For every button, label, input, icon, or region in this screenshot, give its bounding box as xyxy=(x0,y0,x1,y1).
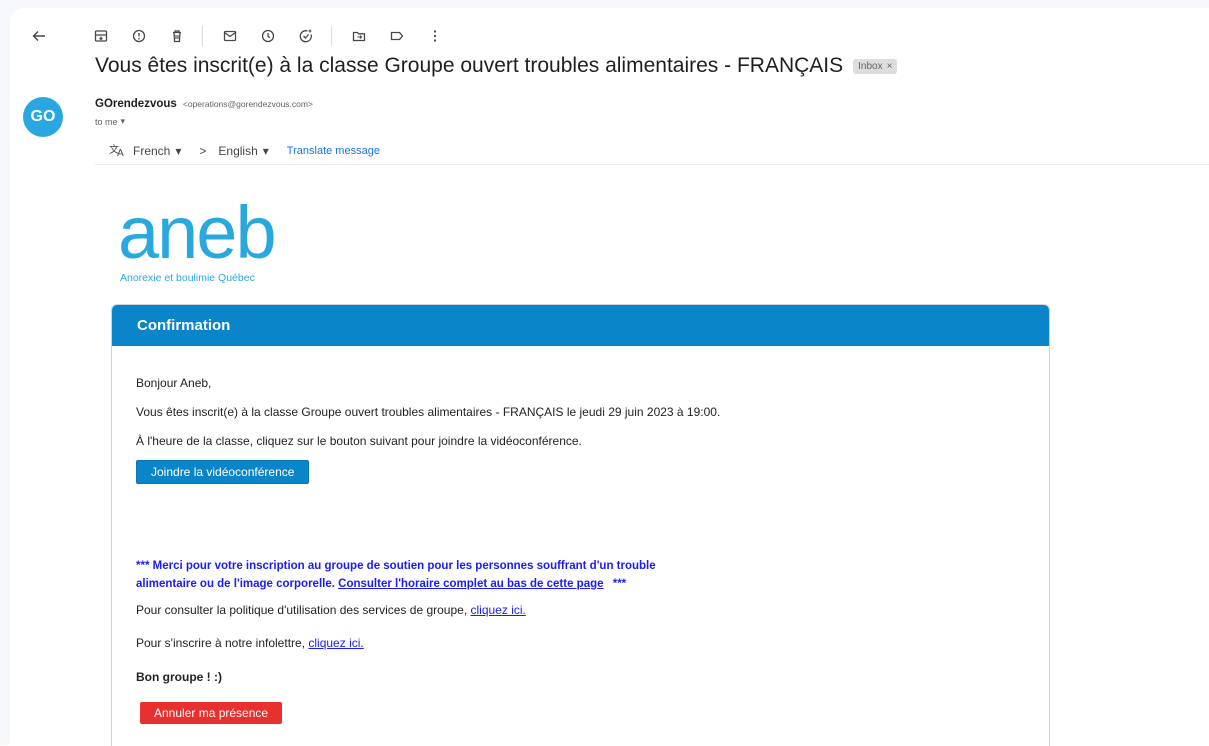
closing-text: Bon groupe ! :) xyxy=(136,670,222,684)
avatar-text: GO xyxy=(30,108,56,125)
translate-message-link[interactable]: Translate message xyxy=(287,145,380,157)
sender-email: <operations@gorendezvous.com> xyxy=(182,99,313,109)
snooze-icon[interactable] xyxy=(251,21,285,51)
target-language-select[interactable]: English ▾ xyxy=(218,144,268,158)
inbox-label-chip[interactable]: Inbox × xyxy=(853,58,898,74)
newsletter-line: Pour s'inscrire à notre infolettre, cliq… xyxy=(136,636,364,650)
logo-wordmark: aneb xyxy=(118,191,277,274)
toolbar-divider xyxy=(331,26,332,46)
confirmation-card: Confirmation Bonjour Aneb, Vous êtes ins… xyxy=(111,304,1050,746)
back-arrow-icon[interactable] xyxy=(22,21,56,51)
more-icon[interactable] xyxy=(418,21,452,51)
delete-icon[interactable] xyxy=(160,21,194,51)
logo-tagline: Anorexie et boulimie Québec xyxy=(120,272,255,284)
chevron-down-icon: ▾ xyxy=(262,144,269,158)
chevron-down-icon: ▾ xyxy=(175,144,182,158)
cancel-attendance-button[interactable]: Annuler ma présence xyxy=(140,702,283,724)
newsletter-text: Pour s'inscrire à notre infolettre, xyxy=(136,636,306,650)
promo-end: *** xyxy=(612,578,627,590)
sender-line: GOrendezvous <operations@gorendezvous.co… xyxy=(95,98,313,110)
svg-text:A: A xyxy=(117,148,124,157)
newsletter-link[interactable]: cliquez ici. xyxy=(308,636,363,650)
join-videoconference-button[interactable]: Joindre la vidéoconférence xyxy=(136,460,310,484)
translate-icon: 文A xyxy=(109,143,127,160)
remove-label-icon[interactable]: × xyxy=(887,61,893,72)
policy-link[interactable]: cliquez ici. xyxy=(471,603,526,617)
translate-bar: 文A French ▾ > English ▾ Translate messag… xyxy=(95,138,1209,165)
policy-text: Pour consulter la politique d'utilisatio… xyxy=(136,603,468,617)
label-icon[interactable] xyxy=(380,21,414,51)
archive-icon[interactable] xyxy=(84,21,118,51)
subject-row: Vous êtes inscrit(e) à la classe Groupe … xyxy=(95,54,898,78)
arrow-right-icon: > xyxy=(199,144,207,158)
to-line-text: to me xyxy=(95,116,118,127)
promo-line-1: *** Merci pour votre inscription au grou… xyxy=(136,560,656,572)
recipient-details-toggle[interactable]: to me ▾ xyxy=(95,116,125,127)
report-spam-icon[interactable] xyxy=(122,21,156,51)
target-language-label: English xyxy=(218,144,258,158)
source-language-select[interactable]: French ▾ xyxy=(133,144,181,158)
policy-line: Pour consulter la politique d'utilisatio… xyxy=(136,603,526,617)
add-task-icon[interactable] xyxy=(289,21,323,51)
email-subject: Vous êtes inscrit(e) à la classe Groupe … xyxy=(95,54,844,77)
promo-message: *** Merci pour votre inscription au grou… xyxy=(136,557,996,593)
greeting-text: Bonjour Aneb, xyxy=(136,376,212,390)
chevron-down-icon: ▾ xyxy=(120,116,126,126)
mark-unread-icon[interactable] xyxy=(213,21,247,51)
instruction-text: À l'heure de la classe, cliquez sur le b… xyxy=(136,434,582,448)
move-to-icon[interactable] xyxy=(342,21,376,51)
avatar[interactable]: GO xyxy=(23,97,63,137)
promo-line-2-text: alimentaire ou de l'image corporelle. xyxy=(136,578,335,590)
source-language-label: French xyxy=(133,144,171,158)
app-frame: Vous êtes inscrit(e) à la classe Groupe … xyxy=(0,0,1209,746)
promo-line-2: alimentaire ou de l'image corporelle. Co… xyxy=(136,575,996,593)
inbox-label-text: Inbox xyxy=(858,60,883,72)
toolbar xyxy=(22,18,456,54)
card-header: Confirmation xyxy=(112,305,1049,346)
sender-name[interactable]: GOrendezvous xyxy=(95,98,177,110)
schedule-link[interactable]: Consulter l'horaire complet au bas de ce… xyxy=(338,578,603,590)
registration-text: Vous êtes inscrit(e) à la classe Groupe … xyxy=(136,405,721,419)
toolbar-divider xyxy=(202,26,203,46)
aneb-logo: aneb Anorexie et boulimie Québec xyxy=(118,191,277,285)
